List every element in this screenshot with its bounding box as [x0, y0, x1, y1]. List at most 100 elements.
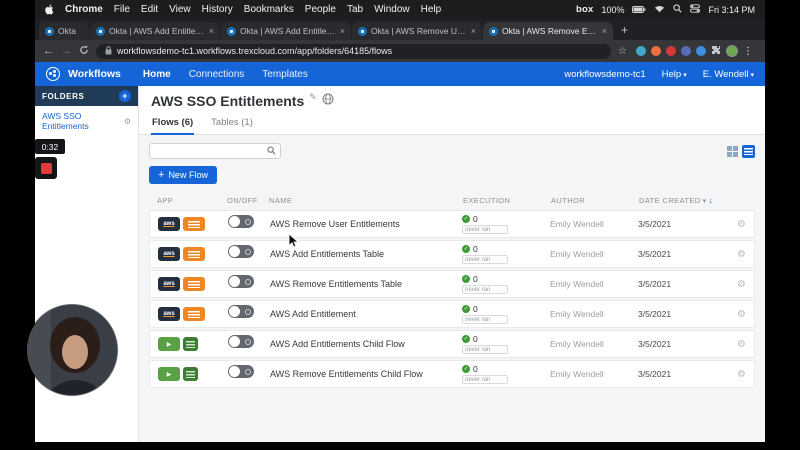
- box-icon[interactable]: box: [576, 4, 594, 15]
- chevron-down-icon: ▾: [750, 72, 754, 79]
- flow-name-link[interactable]: AWS Remove User Entitlements: [270, 219, 462, 229]
- extensions-puzzle-icon[interactable]: [711, 42, 721, 60]
- flow-row[interactable]: aws AWS Add Entitlement ✓0never ran Emil…: [149, 300, 755, 328]
- new-flow-button[interactable]: + New Flow: [149, 166, 217, 184]
- add-folder-button[interactable]: +: [119, 90, 131, 102]
- battery-icon[interactable]: [632, 5, 646, 15]
- onoff-toggle[interactable]: [228, 215, 254, 228]
- row-gear-icon[interactable]: ⚙: [722, 369, 746, 380]
- user-menu[interactable]: E. Wendell▾: [703, 69, 754, 80]
- back-icon[interactable]: ←: [43, 46, 54, 57]
- menu-bookmarks[interactable]: Bookmarks: [244, 4, 294, 15]
- menubar-clock[interactable]: Fri 3:14 PM: [708, 5, 755, 15]
- row-gear-icon[interactable]: ⚙: [722, 279, 746, 290]
- menu-edit[interactable]: Edit: [141, 4, 158, 15]
- menu-history[interactable]: History: [202, 4, 233, 15]
- refresh-icon[interactable]: [79, 45, 89, 58]
- onoff-toggle[interactable]: [228, 335, 254, 348]
- lock-icon: [105, 46, 112, 57]
- row-gear-icon[interactable]: ⚙: [722, 249, 746, 260]
- flow-date: 3/5/2021: [638, 339, 722, 349]
- flow-name-link[interactable]: AWS Add Entitlement: [270, 309, 462, 319]
- flow-author: Emily Wendell: [550, 249, 638, 259]
- menu-view[interactable]: View: [169, 4, 191, 15]
- col-name: NAME: [269, 196, 463, 205]
- nav-templates[interactable]: Templates: [262, 69, 308, 80]
- extension-icon[interactable]: [696, 46, 706, 56]
- bookmark-star-icon[interactable]: ☆: [618, 46, 627, 57]
- row-gear-icon[interactable]: ⚙: [722, 219, 746, 230]
- list-app-icon: [183, 307, 205, 321]
- wifi-icon[interactable]: [654, 5, 665, 15]
- flow-author: Emily Wendell: [550, 279, 638, 289]
- menu-file[interactable]: File: [114, 4, 130, 15]
- onoff-toggle[interactable]: [228, 275, 254, 288]
- menu-help[interactable]: Help: [421, 4, 442, 15]
- search-input[interactable]: [154, 146, 264, 156]
- tab-close-icon[interactable]: ×: [602, 26, 607, 36]
- browser-tab-remove-user-entitlements[interactable]: Okta | AWS Remove User Entitlements ×: [352, 22, 482, 40]
- tab-close-icon[interactable]: ×: [209, 26, 214, 36]
- nav-connections[interactable]: Connections: [189, 69, 245, 80]
- browser-tab-add-entitlements[interactable]: Okta | AWS Add Entitlements ×: [90, 22, 220, 40]
- globe-icon[interactable]: [322, 92, 334, 110]
- help-menu[interactable]: Help▾: [662, 69, 687, 80]
- forward-icon[interactable]: →: [61, 46, 72, 57]
- grid-view-icon[interactable]: [726, 145, 739, 158]
- flow-name-link[interactable]: AWS Remove Entitlements Table: [270, 279, 462, 289]
- extension-icon[interactable]: [636, 46, 646, 56]
- flow-row[interactable]: aws AWS Add Entitlements Table ✓0never r…: [149, 240, 755, 268]
- menu-people[interactable]: People: [305, 4, 336, 15]
- flow-row[interactable]: ▶ AWS Add Entitlements Child Flow ✓0neve…: [149, 330, 755, 358]
- row-gear-icon[interactable]: ⚙: [722, 309, 746, 320]
- webcam-bubble[interactable]: [27, 305, 117, 395]
- extension-icon[interactable]: [681, 46, 691, 56]
- onoff-toggle[interactable]: [228, 305, 254, 318]
- tab-tables[interactable]: Tables (1): [210, 114, 254, 134]
- flow-name-link[interactable]: AWS Remove Entitlements Child Flow: [270, 369, 462, 379]
- menu-window[interactable]: Window: [374, 4, 410, 15]
- control-center-icon[interactable]: [690, 4, 700, 15]
- nav-home[interactable]: Home: [143, 69, 171, 80]
- flow-row[interactable]: ▶ AWS Remove Entitlements Child Flow ✓0n…: [149, 360, 755, 388]
- menu-tab[interactable]: Tab: [347, 4, 363, 15]
- view-toggles: [726, 145, 755, 158]
- tab-close-icon[interactable]: ×: [340, 26, 345, 36]
- spotlight-search-icon[interactable]: [673, 4, 682, 15]
- new-tab-button[interactable]: +: [621, 23, 628, 37]
- content: FOLDERS + AWS SSO Entitlements ⚙ old AWS…: [35, 86, 765, 442]
- stop-recording-button[interactable]: [35, 157, 57, 179]
- apple-menu-icon[interactable]: [45, 4, 54, 15]
- macos-menu-bar: Chrome File Edit View History Bookmarks …: [35, 0, 765, 19]
- flow-row[interactable]: aws AWS Remove User Entitlements ✓0never…: [149, 210, 755, 238]
- col-date-created[interactable]: DATE CREATED ▾ ↓: [639, 196, 723, 205]
- exec-note: never ran: [462, 315, 508, 324]
- extension-icon[interactable]: [651, 46, 661, 56]
- flow-date: 3/5/2021: [638, 369, 722, 379]
- flow-row[interactable]: aws AWS Remove Entitlements Table ✓0neve…: [149, 270, 755, 298]
- folder-gear-icon[interactable]: ⚙: [124, 117, 131, 126]
- flow-name-link[interactable]: AWS Add Entitlements Child Flow: [270, 339, 462, 349]
- flow-name-link[interactable]: AWS Add Entitlements Table: [270, 249, 462, 259]
- tab-flows[interactable]: Flows (6): [151, 114, 194, 135]
- row-gear-icon[interactable]: ⚙: [722, 339, 746, 350]
- play-icon: ▶: [158, 337, 180, 351]
- workflows-logo-icon[interactable]: [46, 67, 60, 81]
- browser-tab-okta[interactable]: Okta: [39, 22, 89, 40]
- list-view-icon[interactable]: [742, 145, 755, 158]
- extension-icon[interactable]: [666, 46, 676, 56]
- exec-note: never ran: [462, 255, 508, 264]
- sidebar-item-aws-sso-entitlements[interactable]: AWS SSO Entitlements ⚙: [35, 106, 138, 136]
- tab-close-icon[interactable]: ×: [471, 26, 476, 36]
- menu-chrome[interactable]: Chrome: [65, 4, 103, 15]
- onoff-toggle[interactable]: [228, 365, 254, 378]
- browser-tab-remove-entitlements[interactable]: Okta | AWS Remove Entitlements ×: [483, 22, 613, 40]
- recording-timer: 0:32: [35, 139, 65, 154]
- chrome-menu-dots-icon[interactable]: ⋮: [743, 46, 753, 57]
- search-icon[interactable]: [267, 142, 276, 160]
- profile-avatar[interactable]: [726, 45, 738, 57]
- onoff-toggle[interactable]: [228, 245, 254, 258]
- browser-tab-add-entitlement[interactable]: Okta | AWS Add Entitlement ×: [221, 22, 351, 40]
- address-bar[interactable]: workflowsdemo-tc1.workflows.trexcloud.co…: [96, 44, 611, 59]
- edit-title-icon[interactable]: ✎: [309, 92, 317, 103]
